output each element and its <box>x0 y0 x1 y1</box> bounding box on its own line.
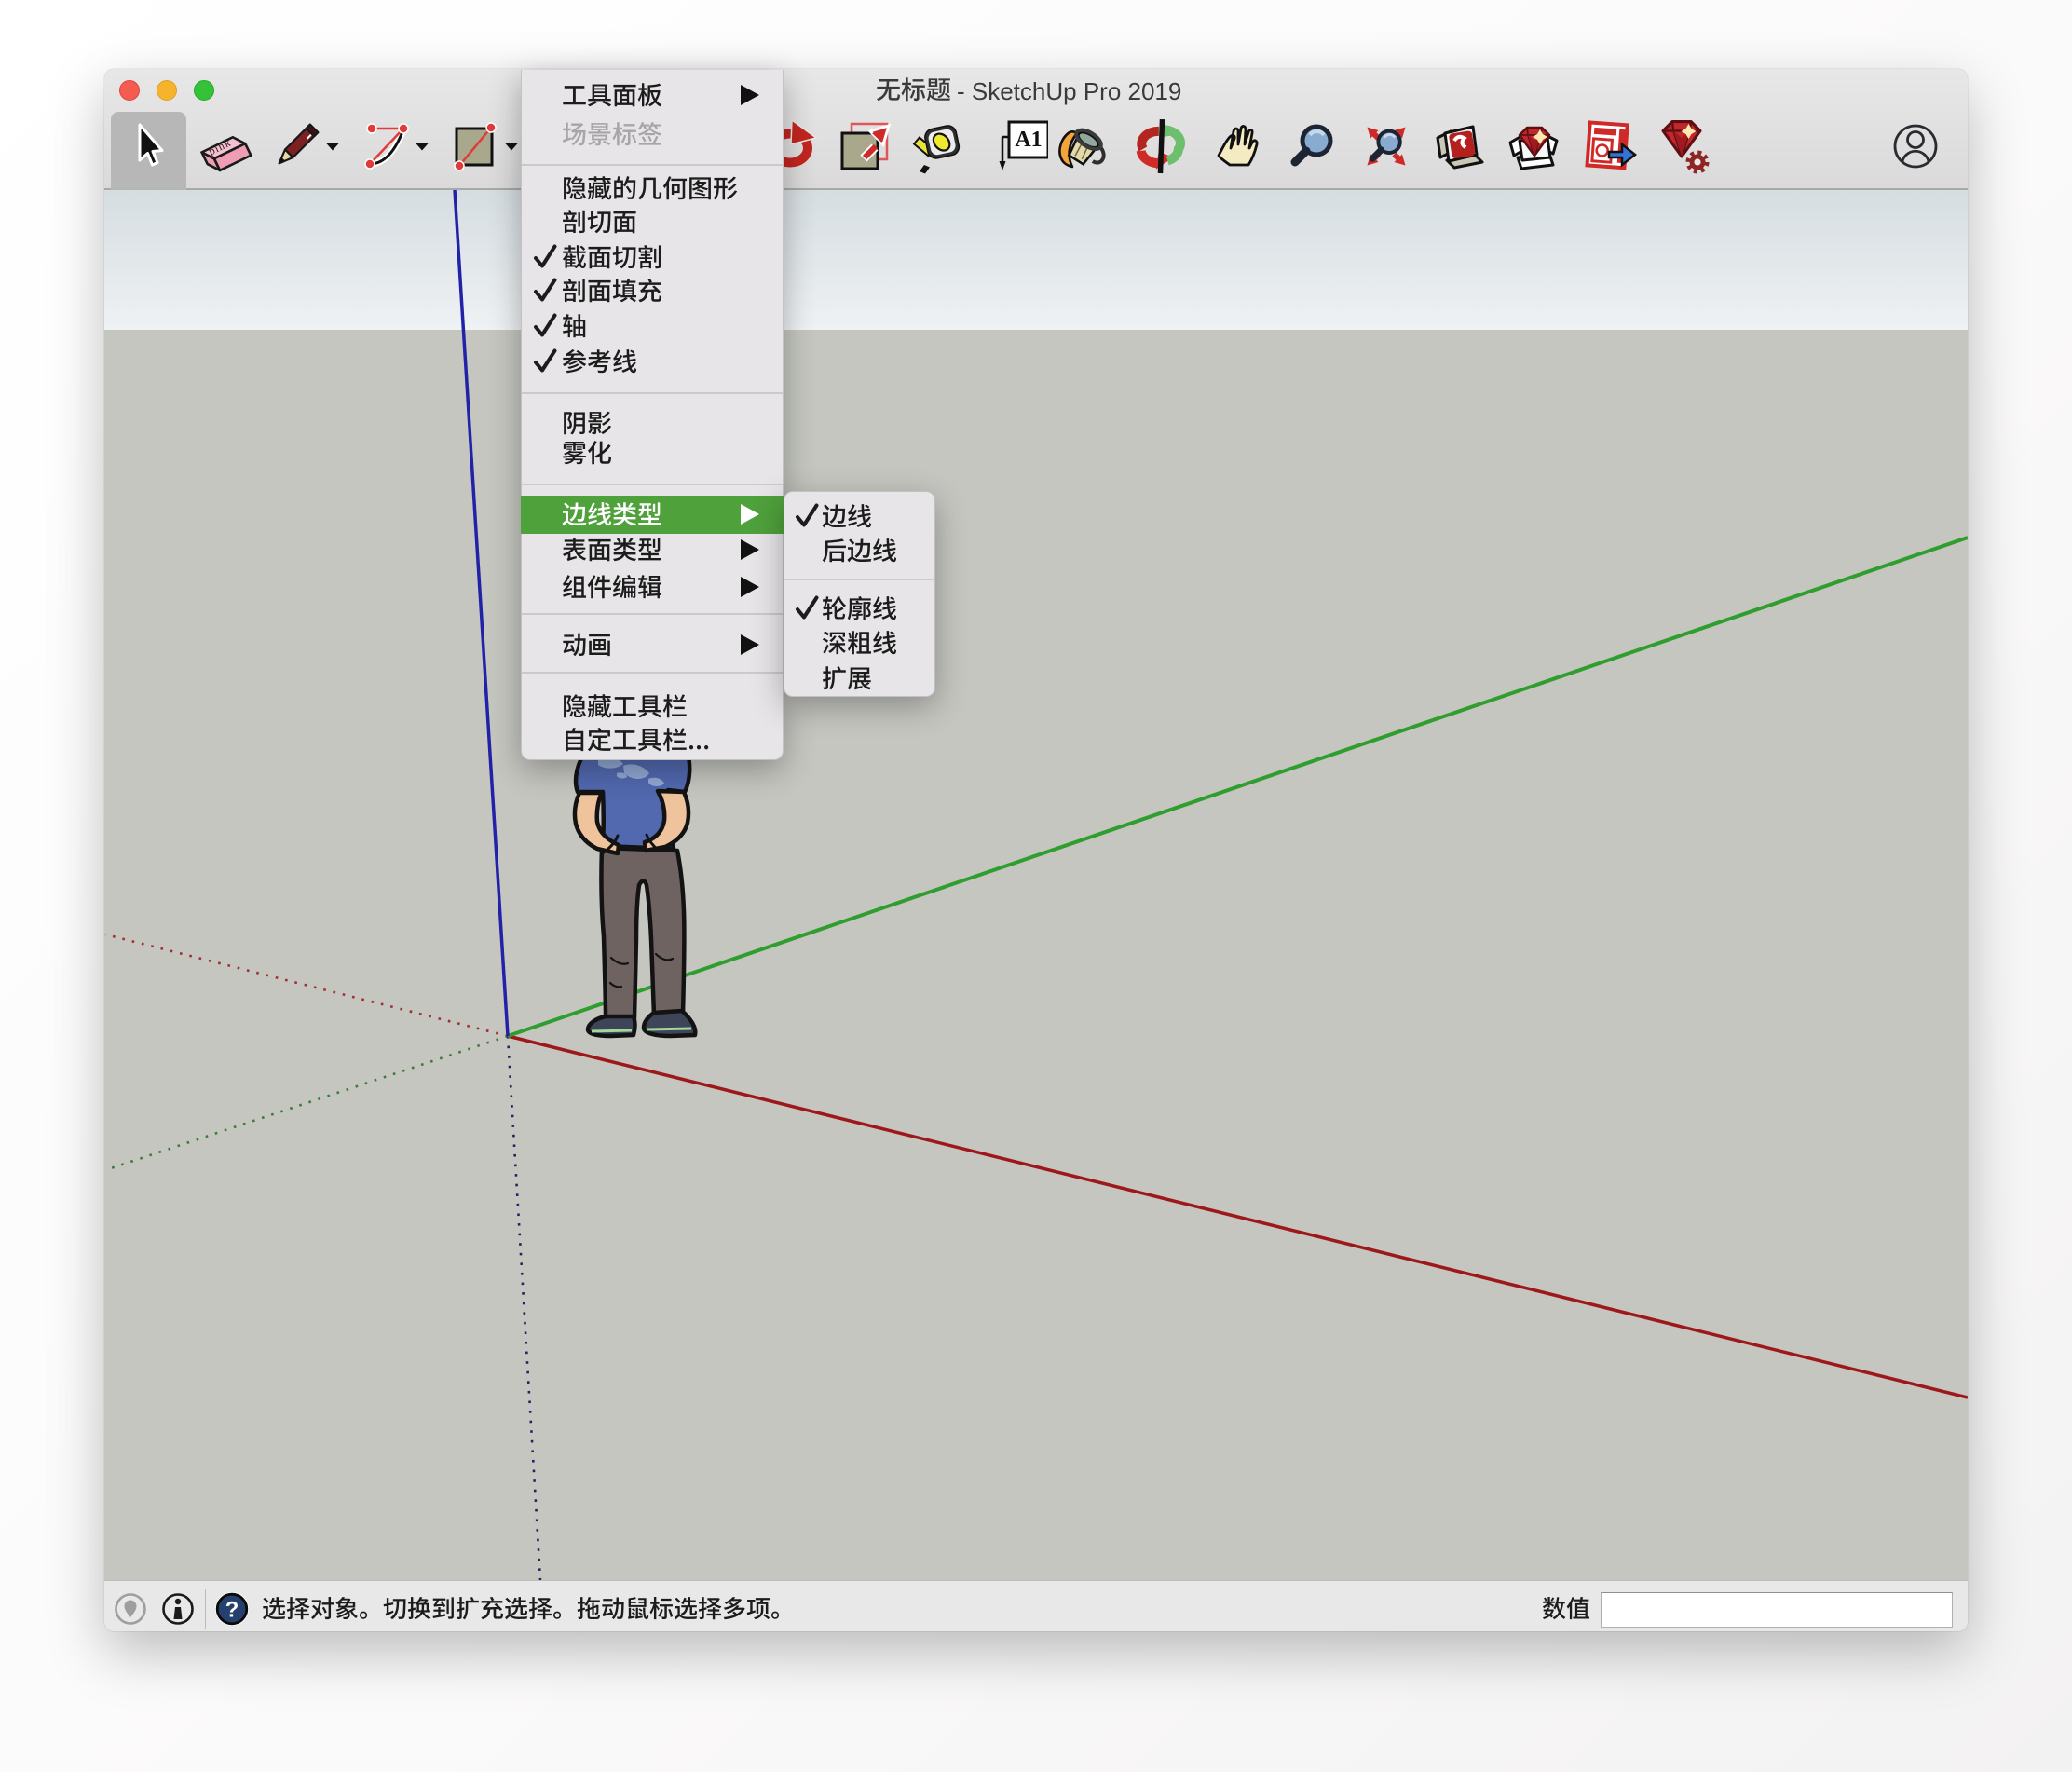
svg-text:?: ? <box>225 1598 239 1623</box>
svg-text:A1: A1 <box>1015 128 1042 152</box>
